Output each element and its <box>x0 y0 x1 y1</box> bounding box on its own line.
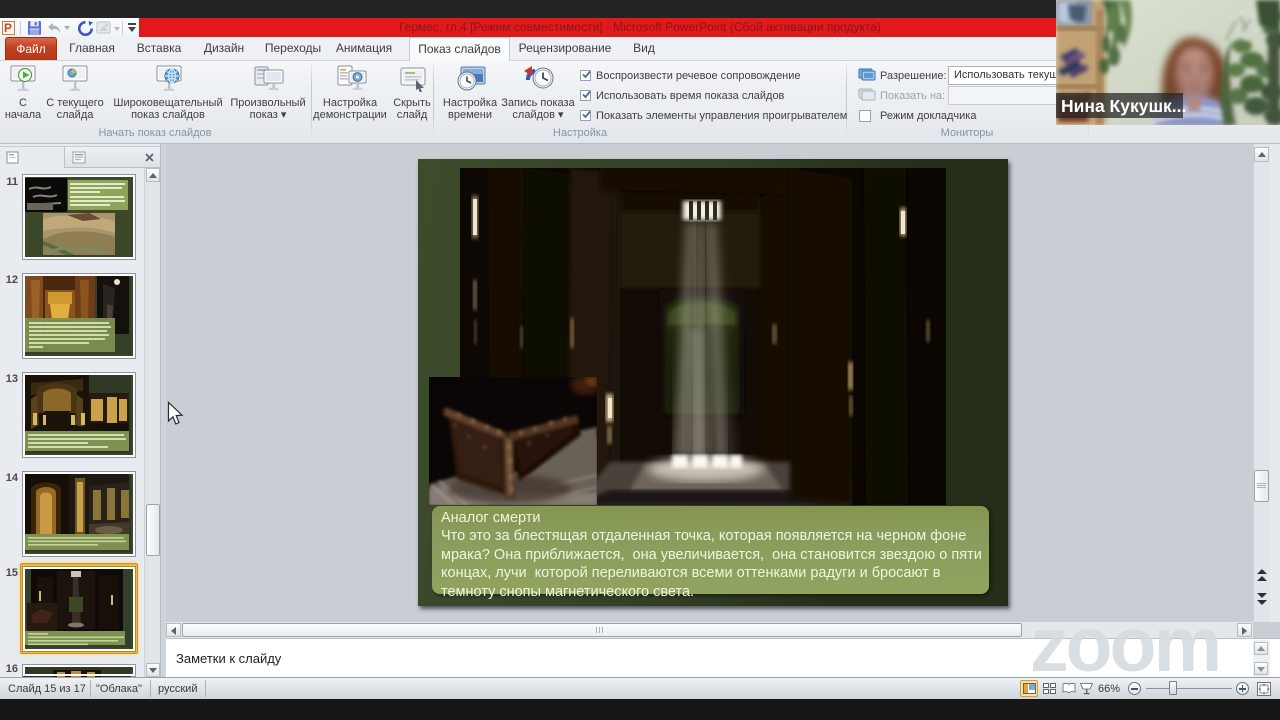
svg-text:Нина Кукушк...: Нина Кукушк... <box>1061 96 1186 116</box>
